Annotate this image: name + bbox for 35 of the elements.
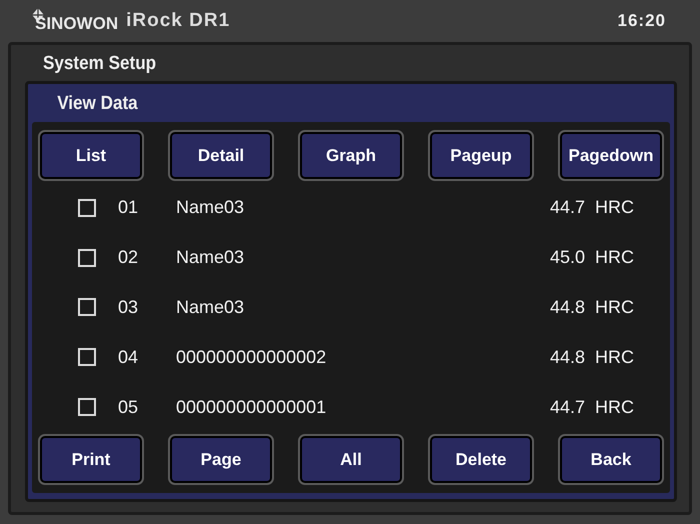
action-button[interactable]: Back — [560, 436, 662, 483]
toolbar-button[interactable]: Pageup — [430, 132, 532, 179]
row-number: 02 — [118, 247, 140, 268]
action-button[interactable]: Print — [40, 436, 142, 483]
row-number: 03 — [118, 296, 140, 318]
toolbar-button[interactable]: List — [40, 132, 142, 179]
screen-title: System Setup — [42, 52, 158, 76]
action-button[interactable]: Delete — [430, 436, 532, 483]
record-name: 000000000000001 — [176, 396, 328, 418]
checkbox[interactable] — [78, 298, 96, 316]
hardness-value: 45.0 HRC — [550, 247, 636, 268]
checkbox[interactable] — [78, 248, 96, 267]
toolbar-button[interactable]: Graph — [300, 132, 402, 179]
checkbox[interactable] — [78, 348, 96, 366]
record-name: Name03 — [176, 197, 246, 218]
row-number: 05 — [118, 396, 140, 418]
model-name: iRock DR1 — [126, 10, 230, 32]
hardness-value: 44.8 HRC — [550, 296, 636, 318]
record-name: Name03 — [176, 247, 246, 268]
clock-time: 16:20 — [618, 11, 666, 31]
action-button[interactable]: Page — [170, 436, 272, 483]
toolbar-button[interactable]: Detail — [170, 132, 272, 179]
checkbox[interactable] — [78, 398, 96, 416]
hardness-value: 44.7 HRC — [550, 396, 636, 418]
checkbox[interactable] — [78, 198, 96, 217]
brand-logo: SINOWON — [35, 14, 118, 34]
record-name: Name03 — [176, 296, 246, 318]
hardness-value: 44.8 HRC — [550, 346, 636, 368]
record-name: 000000000000002 — [176, 346, 328, 368]
panel-title: View Data — [56, 92, 139, 116]
row-number: 01 — [118, 197, 140, 218]
hardness-value: 44.7 HRC — [550, 197, 636, 218]
action-button[interactable]: All — [300, 436, 402, 483]
toolbar-button[interactable]: Pagedown — [560, 132, 662, 179]
row-number: 04 — [118, 346, 140, 368]
